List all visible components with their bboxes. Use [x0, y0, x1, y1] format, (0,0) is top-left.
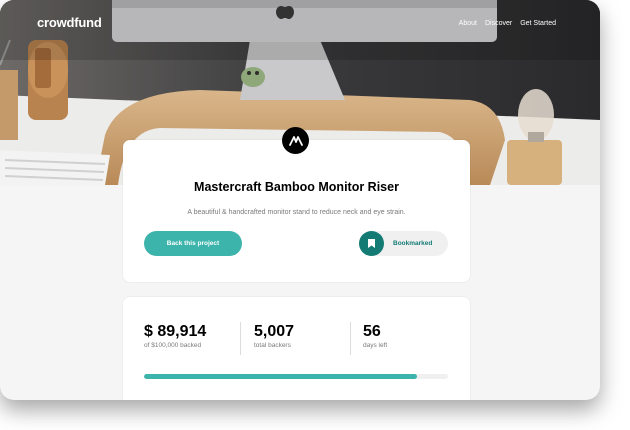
funding-progress-fill	[144, 374, 418, 379]
stat-days-label: days left	[363, 342, 388, 349]
stat-divider	[350, 322, 351, 355]
nav-discover[interactable]: Discover	[485, 20, 512, 27]
project-card: Mastercraft Bamboo Monitor Riser A beaut…	[123, 140, 470, 282]
stat-backed-label: of $100,000 backed	[144, 342, 202, 349]
bookmark-label: Bookmarked	[393, 240, 433, 247]
stat-days: 56 days left	[363, 323, 387, 349]
stat-backers-label: total backers	[254, 342, 291, 349]
back-project-button[interactable]: Back this project	[144, 231, 242, 256]
stat-backed: $ 89,914 of $100,000 backed	[144, 323, 206, 349]
mastercraft-logo-glyph	[288, 135, 303, 146]
stat-backed-value: $ 89,914	[144, 323, 207, 340]
stats-card: $ 89,914 of $100,000 backed 5,007 total …	[123, 297, 470, 400]
funding-progress-bar	[144, 374, 448, 379]
project-title: Mastercraft Bamboo Monitor Riser	[194, 180, 399, 194]
stat-days-value: 56	[363, 323, 381, 340]
crowdfund-logo[interactable]: crowdfund	[37, 15, 102, 30]
stat-backers-value: 5,007	[254, 323, 295, 340]
bookmark-icon	[359, 231, 384, 256]
stat-divider	[240, 322, 241, 355]
nav-get-started[interactable]: Get Started	[520, 20, 556, 27]
project-description: A beautiful & handcrafted monitor stand …	[187, 209, 406, 216]
bookmark-glyph	[368, 239, 375, 248]
bookmark-button[interactable]: Bookmarked	[359, 231, 448, 256]
nav-about[interactable]: About	[459, 20, 477, 27]
stat-backers: 5,007 total backers	[254, 323, 294, 349]
mastercraft-logo-icon	[282, 127, 309, 154]
main-nav: About Discover Get Started	[459, 20, 556, 27]
app-window: crowdfund About Discover Get Started Mas…	[0, 0, 600, 400]
